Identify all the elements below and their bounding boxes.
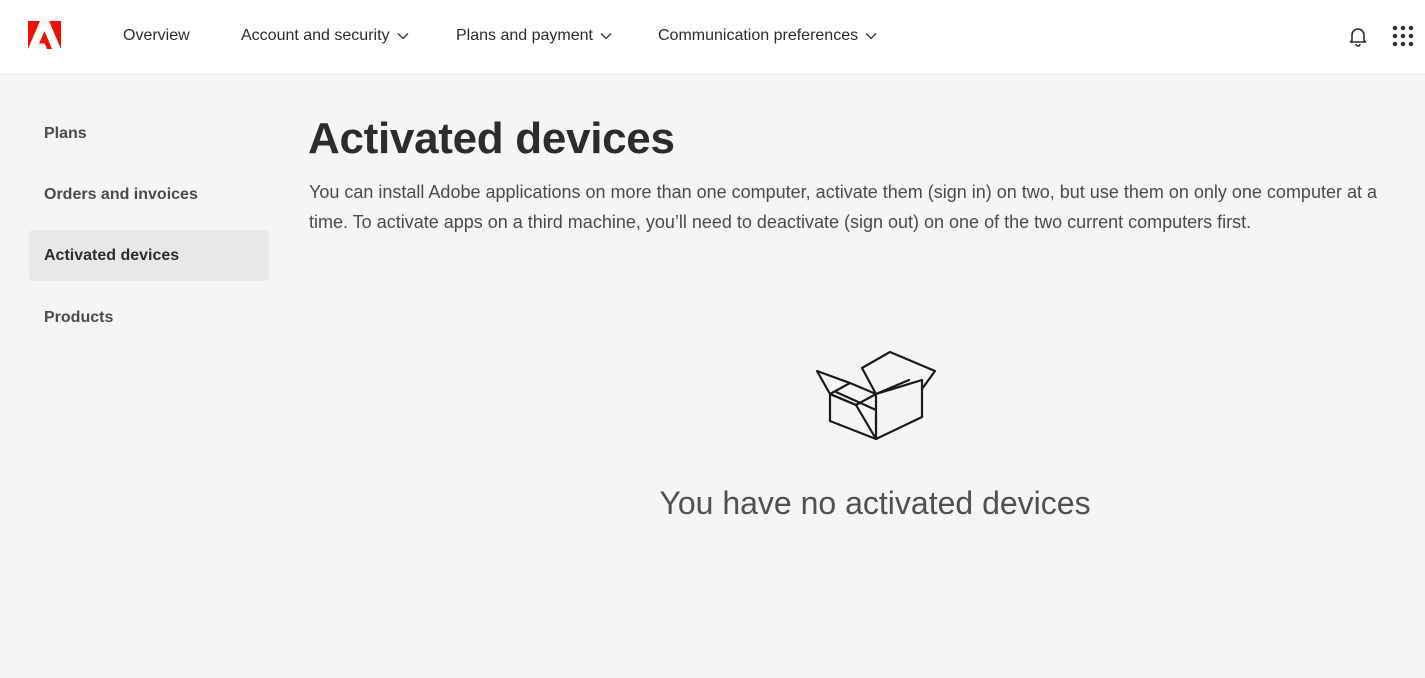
chevron-down-icon <box>397 33 408 40</box>
chevron-down-icon <box>600 33 612 40</box>
sidebar-item-label: Plans <box>44 125 87 142</box>
open-box-icon <box>815 350 937 441</box>
chevron-down-icon <box>865 33 877 40</box>
page-description: You can install Adobe applications on mo… <box>309 182 1377 232</box>
nav-overview[interactable]: Overview <box>123 25 190 47</box>
bell-icon[interactable] <box>1346 24 1370 48</box>
sidebar-item-products[interactable]: Products <box>29 292 269 343</box>
nav-plans-and-payment-label: Plans and payment <box>456 27 593 44</box>
app-grid-icon[interactable] <box>1391 24 1415 48</box>
page-title: Activated devices <box>308 114 675 163</box>
nav-account-and-security[interactable]: Account and security <box>241 25 409 47</box>
sidebar-item-label: Orders and invoices <box>44 186 198 203</box>
nav-communication-preferences-label: Communication preferences <box>658 27 859 44</box>
sidebar-item-plans[interactable]: Plans <box>29 108 269 159</box>
adobe-logo-icon[interactable] <box>28 21 61 49</box>
empty-state-message: You have no activated devices <box>659 485 1091 521</box>
sidebar-item-label: Products <box>44 309 114 326</box>
sidebar-item-orders-and-invoices[interactable]: Orders and invoices <box>29 169 269 220</box>
nav-account-and-security-label: Account and security <box>241 27 390 44</box>
nav-overview-label: Overview <box>123 27 190 44</box>
nav-communication-preferences[interactable]: Communication preferences <box>658 25 877 47</box>
sidebar-item-label: Activated devices <box>44 247 180 264</box>
top-navigation-bar: Overview Account and security Plans and … <box>0 0 1425 75</box>
sidebar-item-activated-devices[interactable]: Activated devices <box>29 230 269 281</box>
nav-plans-and-payment[interactable]: Plans and payment <box>456 25 612 47</box>
